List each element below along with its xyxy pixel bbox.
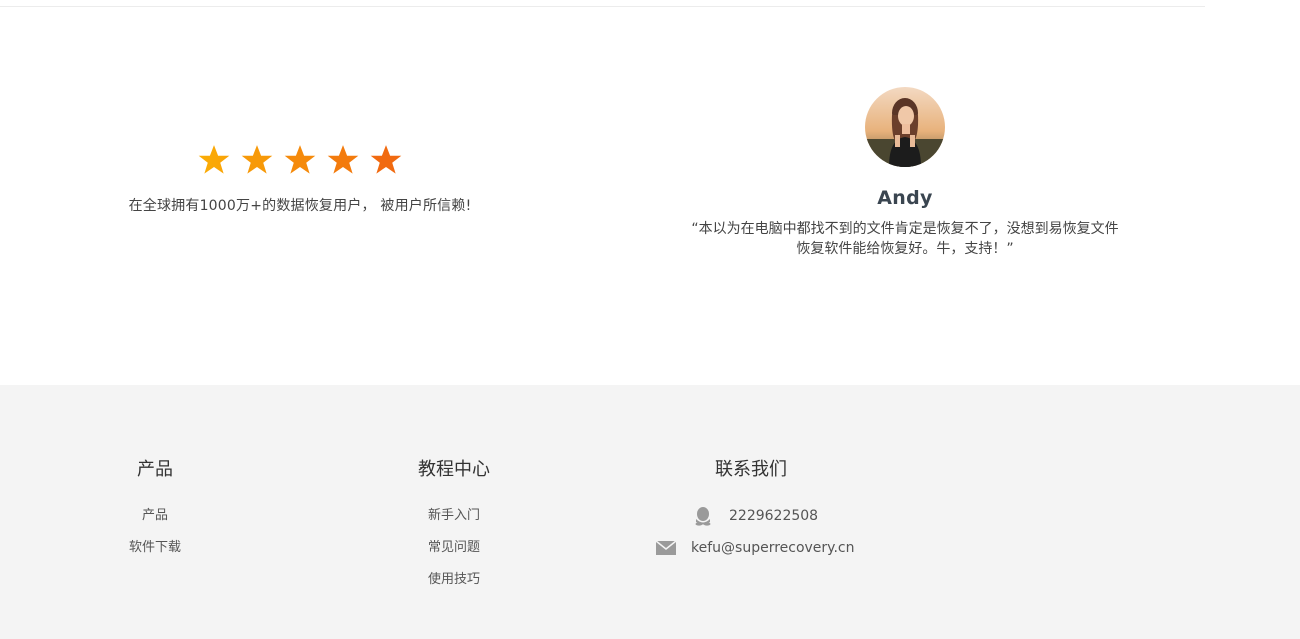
footer-contact-column: 联系我们 2229622508 kefu@superrecovery.cn — [655, 455, 855, 571]
footer-link-beginner[interactable]: 新手入门 — [394, 507, 514, 525]
footer-link-faq[interactable]: 常见问题 — [394, 539, 514, 557]
footer-tutorials-title: 教程中心 — [418, 459, 490, 480]
contact-email: kefu@superrecovery.cn — [655, 539, 855, 557]
contact-qq: 2229622508 — [655, 507, 855, 526]
footer: 产品 产品 软件下载 教程中心 新手入门 常见问题 使用技巧 联系我们 2229… — [0, 385, 1300, 639]
rating-block: 在全球拥有1000万+的数据恢复用户， 被用户所信赖! — [80, 143, 520, 215]
qq-icon — [695, 507, 711, 526]
footer-contact-title: 联系我们 — [715, 459, 787, 480]
footer-link-products[interactable]: 产品 — [95, 507, 215, 525]
email-link[interactable]: kefu@superrecovery.cn — [691, 539, 855, 557]
testimonial-section: 在全球拥有1000万+的数据恢复用户， 被用户所信赖! Andy “本以为在电脑… — [0, 7, 1300, 385]
star-rating — [80, 143, 520, 181]
star-icon — [370, 145, 402, 174]
footer-products-title: 产品 — [137, 459, 173, 480]
star-icon — [284, 145, 316, 174]
mail-icon — [655, 540, 677, 555]
qq-number: 2229622508 — [729, 508, 819, 524]
rating-text: 在全球拥有1000万+的数据恢复用户， 被用户所信赖! — [128, 198, 472, 214]
reviewer-name: Andy — [877, 187, 933, 209]
star-icon — [198, 145, 230, 174]
footer-tutorials-column: 教程中心 新手入门 常见问题 使用技巧 — [394, 455, 514, 603]
footer-link-tips[interactable]: 使用技巧 — [394, 571, 514, 589]
star-icon — [241, 145, 273, 174]
review-text: “本以为在电脑中都找不到的文件肯定是恢复不了，没想到易恢复文件恢复软件能给恢复好… — [691, 221, 1119, 257]
avatar — [865, 87, 945, 167]
footer-products-column: 产品 产品 软件下载 — [95, 455, 215, 571]
star-icon — [327, 145, 359, 174]
footer-link-download[interactable]: 软件下载 — [95, 539, 215, 557]
testimonial-card: Andy “本以为在电脑中都找不到的文件肯定是恢复不了，没想到易恢复文件恢复软件… — [680, 87, 1130, 259]
